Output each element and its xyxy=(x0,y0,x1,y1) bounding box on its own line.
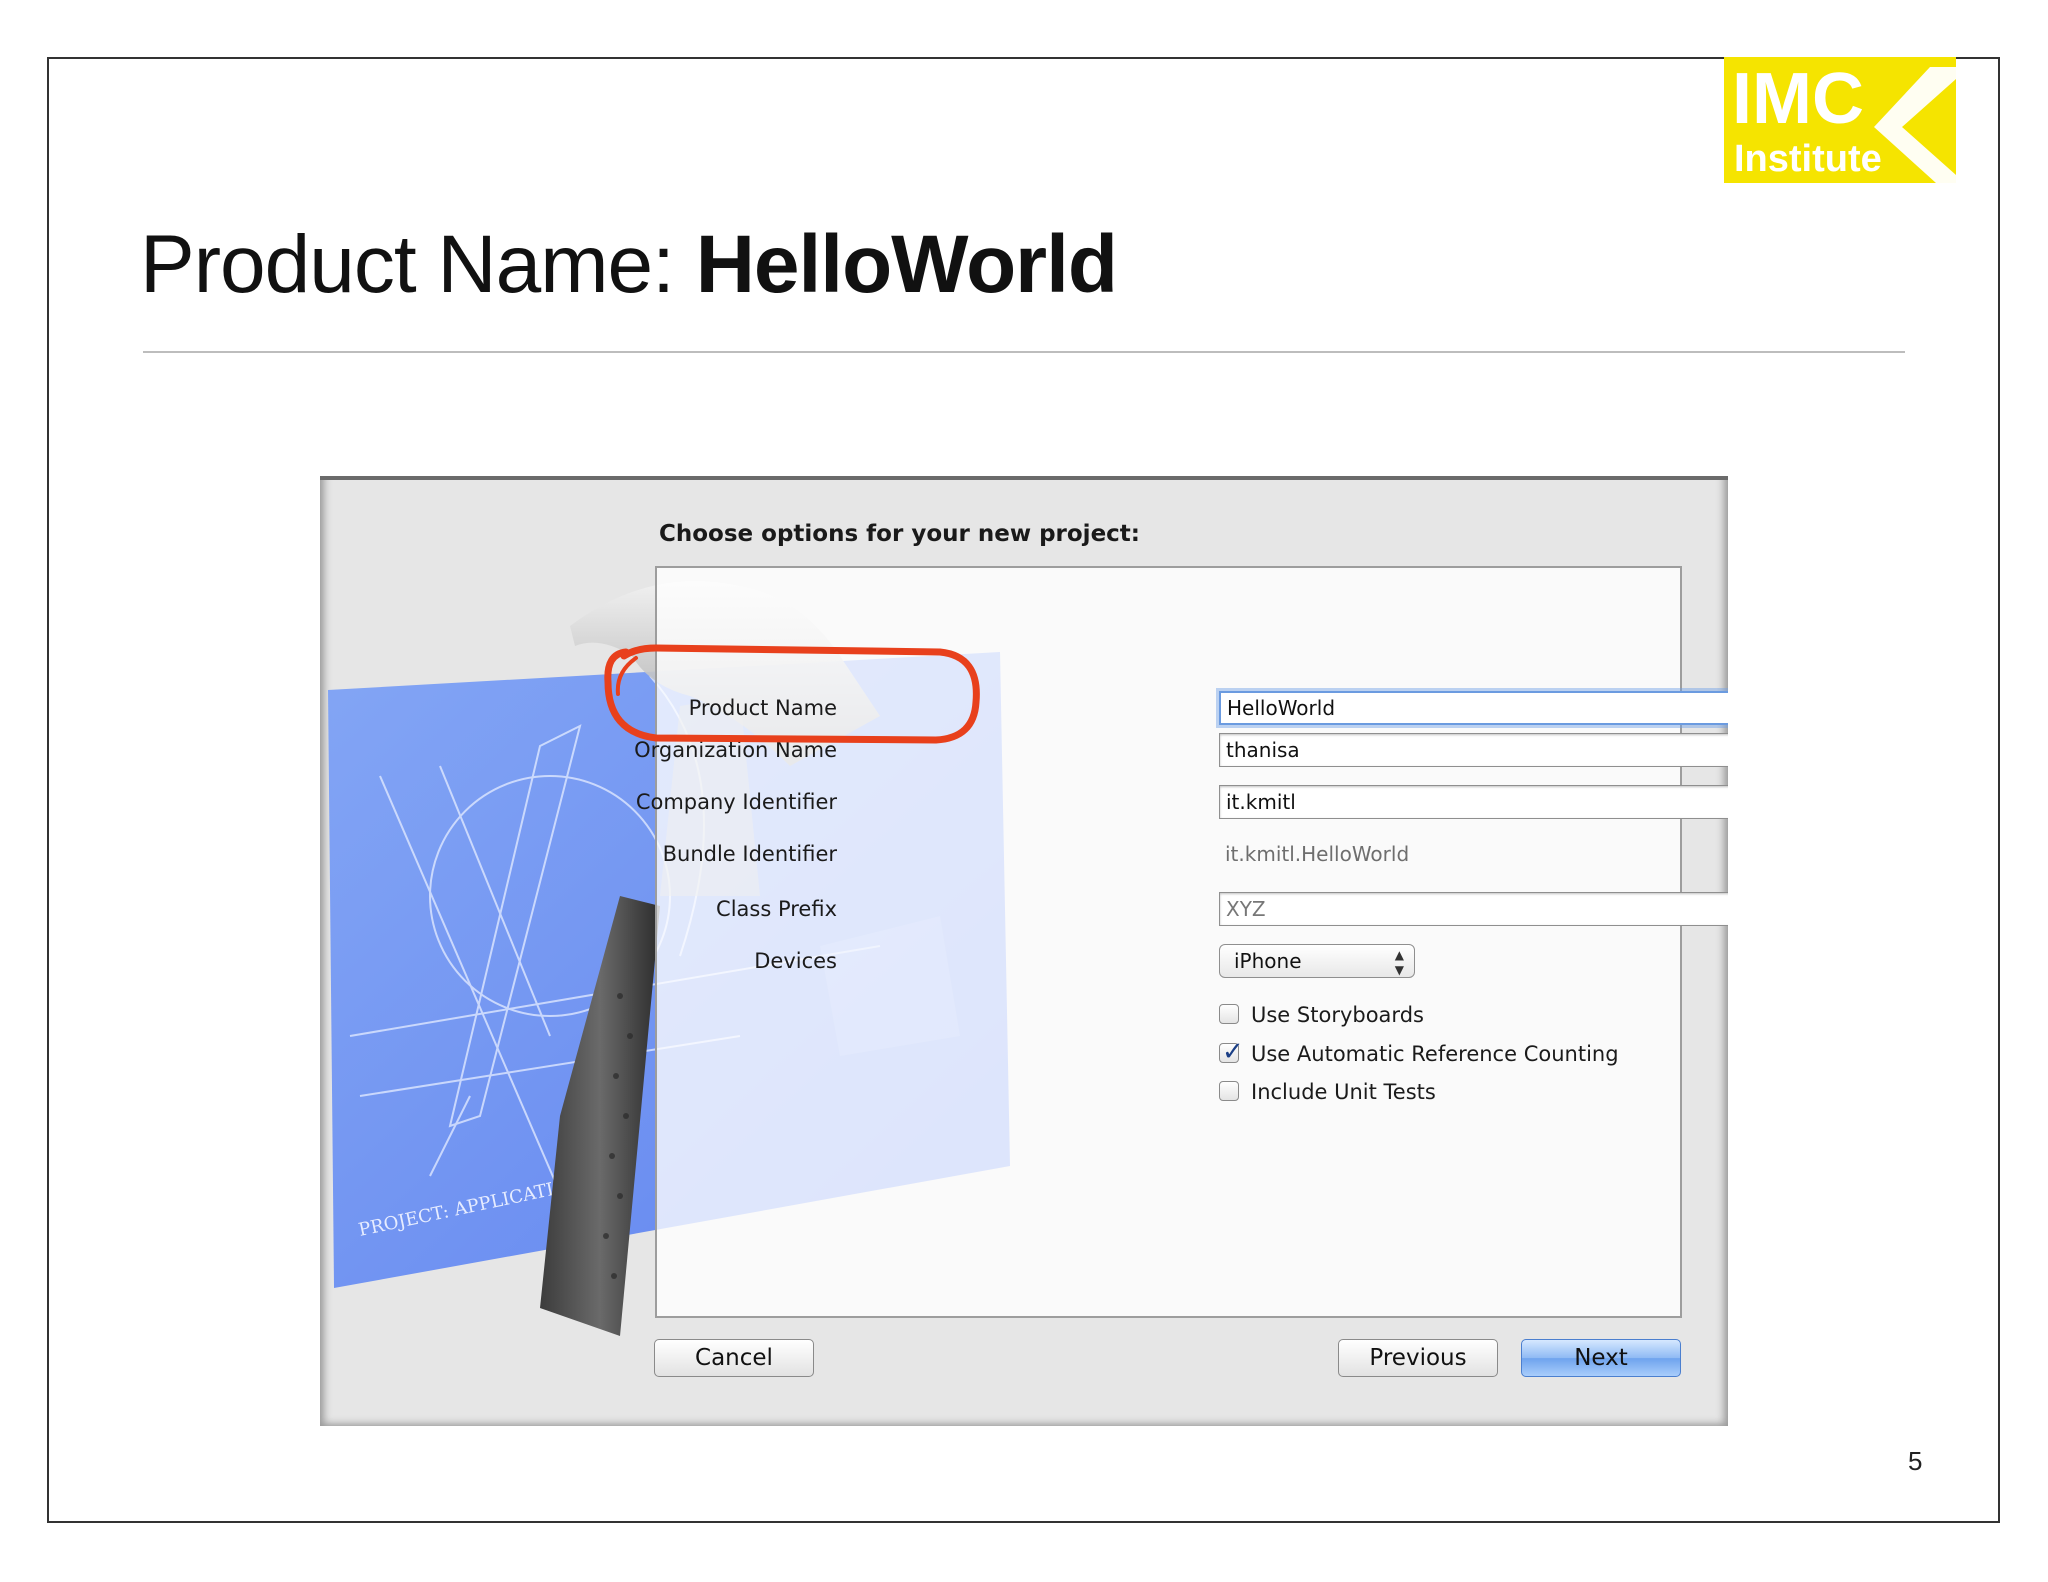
slide-title-product-name: HelloWorld xyxy=(695,219,1118,310)
next-button[interactable]: Next xyxy=(1521,1339,1681,1377)
devices-label: Devices xyxy=(754,949,837,973)
devices-selected-value: iPhone xyxy=(1234,949,1302,973)
imc-institute-logo: IMC Institute xyxy=(1724,57,1956,183)
title-divider xyxy=(143,351,1905,353)
company-identifier-row: Company Identifier it.kmitl xyxy=(636,785,1728,825)
product-name-highlight-ring xyxy=(604,644,980,744)
product-name-field[interactable]: HelloWorld xyxy=(1219,691,1728,725)
svg-text:IMC: IMC xyxy=(1732,59,1864,139)
cancel-button[interactable]: Cancel xyxy=(654,1339,814,1377)
bundle-identifier-label: Bundle Identifier xyxy=(662,842,837,866)
slide-title: Product Name: HelloWorld xyxy=(140,218,1118,312)
svg-text:Institute: Institute xyxy=(1734,138,1882,180)
previous-button[interactable]: Previous xyxy=(1338,1339,1498,1377)
up-down-arrows-icon: ▲ ▼ xyxy=(1394,948,1404,977)
checkmark-icon: ✓ xyxy=(1222,1036,1244,1066)
company-identifier-field[interactable]: it.kmitl xyxy=(1219,785,1728,819)
devices-popup[interactable]: iPhone ▲ ▼ xyxy=(1219,944,1415,978)
use-storyboards-checkbox[interactable] xyxy=(1219,1004,1239,1024)
devices-row: Devices iPhone ▲ ▼ xyxy=(657,944,1680,984)
bundle-identifier-row: Bundle Identifier it.kmitl.HelloWorld xyxy=(657,837,1680,877)
use-arc-label: Use Automatic Reference Counting xyxy=(1251,1042,1619,1066)
slide-title-prefix: Product Name: xyxy=(140,219,696,310)
company-identifier-label: Company Identifier xyxy=(635,790,837,814)
bundle-identifier-value: it.kmitl.HelloWorld xyxy=(1225,842,1410,866)
dialog-heading: Choose options for your new project: xyxy=(659,521,1140,547)
use-storyboards-label: Use Storyboards xyxy=(1251,1003,1424,1027)
organization-name-field[interactable]: thanisa xyxy=(1219,733,1728,767)
xcode-new-project-dialog: PROJECT: APPLICATION.APP Choose options … xyxy=(320,476,1728,1426)
page-number: 5 xyxy=(1908,1446,1923,1476)
include-unit-tests-label: Include Unit Tests xyxy=(1251,1080,1436,1104)
include-unit-tests-checkbox[interactable] xyxy=(1219,1081,1239,1101)
class-prefix-label: Class Prefix xyxy=(716,897,837,921)
use-arc-checkbox[interactable]: ✓ xyxy=(1219,1036,1244,1066)
class-prefix-field[interactable]: XYZ xyxy=(1219,892,1728,926)
class-prefix-row: Class Prefix XYZ xyxy=(657,892,1728,932)
